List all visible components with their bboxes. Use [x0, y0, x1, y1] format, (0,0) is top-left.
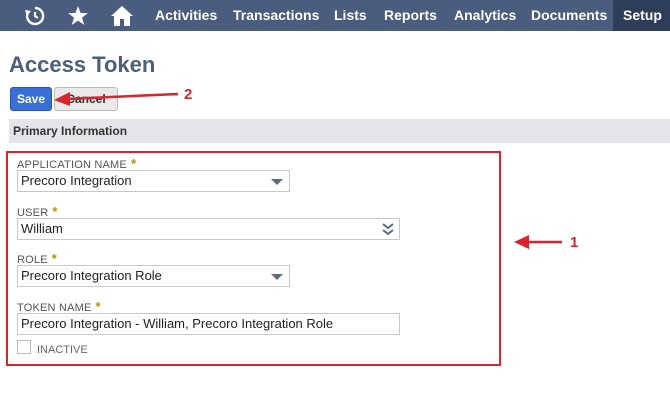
section-title: Primary Information	[13, 124, 128, 138]
application-name-label: APPLICATION NAME *	[17, 156, 137, 171]
token-name-input[interactable]: Precoro Integration - William, Precoro I…	[17, 313, 400, 335]
star-icon[interactable]	[66, 0, 90, 31]
inactive-checkbox[interactable]	[17, 340, 31, 354]
user-label: USER *	[17, 204, 58, 219]
application-name-value: Precoro Integration	[21, 173, 132, 188]
annotation-arrow-2	[54, 92, 179, 106]
inactive-label: INACTIVE	[37, 344, 88, 356]
nav-activities[interactable]: Activities	[155, 0, 217, 31]
token-name-value: Precoro Integration - William, Precoro I…	[21, 316, 334, 331]
nav-transactions[interactable]: Transactions	[233, 0, 319, 31]
nav-analytics[interactable]: Analytics	[454, 0, 516, 31]
required-mark: *	[51, 251, 58, 266]
required-mark: *	[130, 156, 137, 171]
recent-clock-icon[interactable]	[22, 0, 48, 31]
role-label: ROLE *	[17, 251, 58, 266]
annotation-number-2: 2	[184, 86, 193, 103]
user-select[interactable]: William	[17, 218, 400, 240]
chevron-down-icon	[271, 274, 283, 280]
nav-documents[interactable]: Documents	[531, 0, 607, 31]
role-value: Precoro Integration Role	[21, 268, 162, 283]
role-select[interactable]: Precoro Integration Role	[17, 265, 290, 287]
home-icon[interactable]	[108, 0, 136, 31]
top-nav: Activities Transactions Lists Reports An…	[0, 0, 670, 31]
required-mark: *	[52, 204, 58, 219]
required-mark: *	[95, 299, 101, 314]
section-header[interactable]: Primary Information	[9, 119, 670, 143]
nav-setup[interactable]: Setup	[613, 0, 670, 31]
application-name-select[interactable]: Precoro Integration	[17, 170, 290, 192]
double-chevron-icon[interactable]	[382, 222, 394, 236]
page-title: Access Token	[9, 52, 156, 77]
user-value: William	[21, 221, 63, 236]
save-button[interactable]: Save	[10, 87, 52, 111]
chevron-down-icon	[271, 179, 283, 185]
annotation-number-1: 1	[570, 234, 579, 251]
token-name-label: TOKEN NAME *	[17, 299, 101, 314]
annotation-arrow-1	[514, 235, 562, 249]
nav-reports[interactable]: Reports	[384, 0, 437, 31]
nav-lists[interactable]: Lists	[334, 0, 367, 31]
